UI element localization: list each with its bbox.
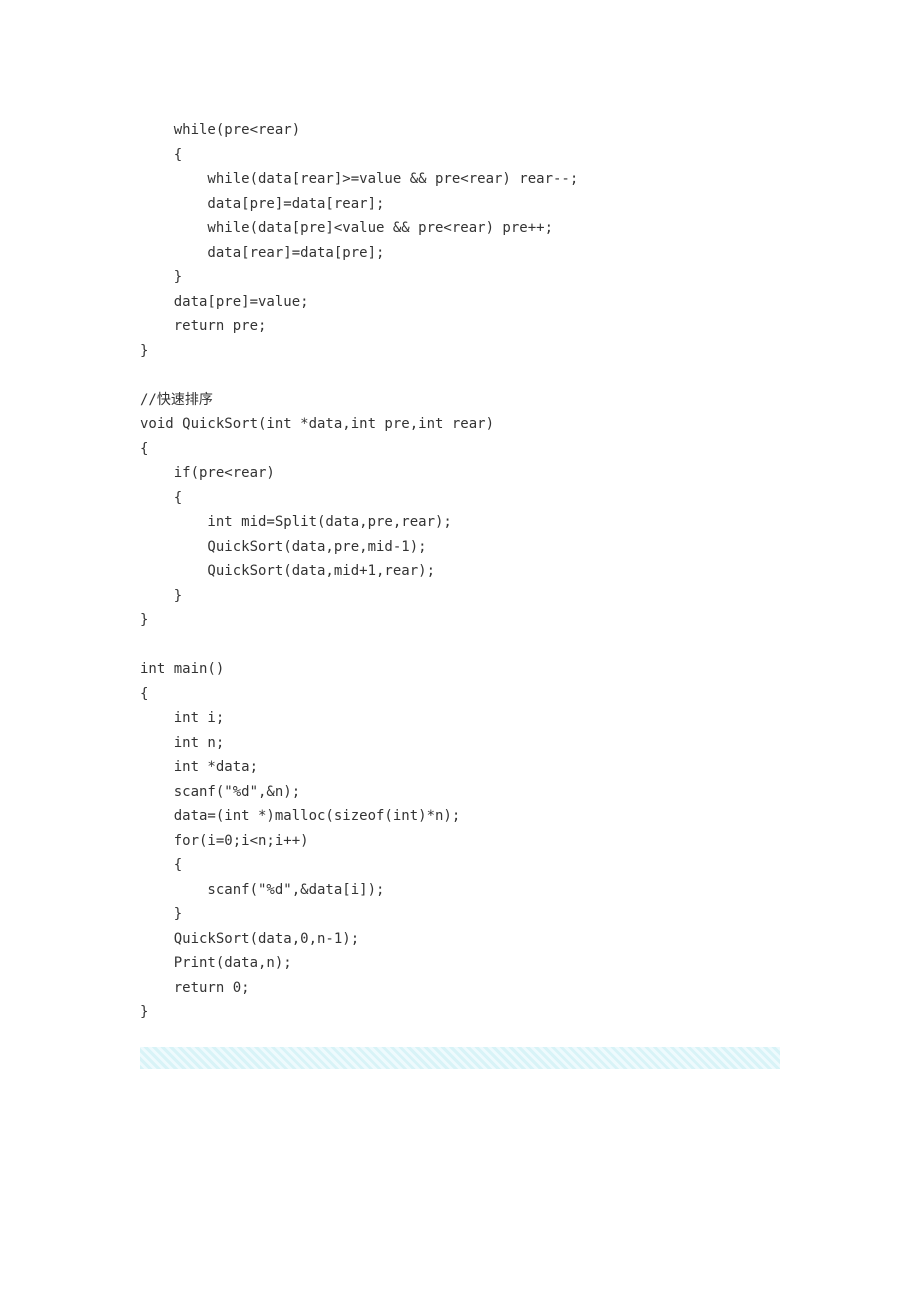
- footer-pattern-bar: [140, 1047, 780, 1069]
- code-block: while(pre<rear) { while(data[rear]>=valu…: [140, 118, 780, 1025]
- document-page: while(pre<rear) { while(data[rear]>=valu…: [0, 0, 920, 1149]
